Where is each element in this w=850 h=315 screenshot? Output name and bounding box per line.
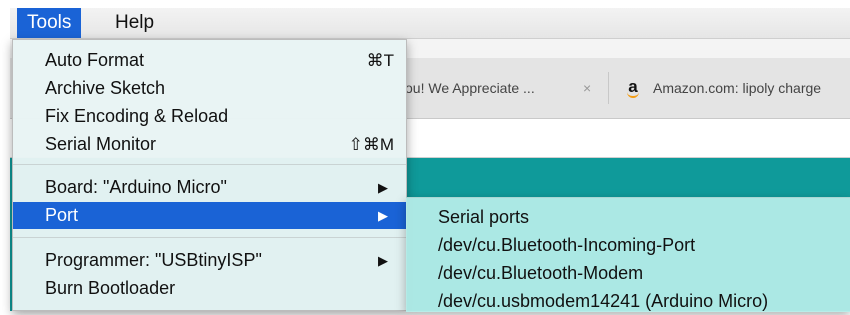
port-option-bluetooth-modem[interactable]: /dev/cu.Bluetooth-Modem: [438, 259, 643, 287]
submenu-arrow-icon: ▶: [378, 208, 388, 223]
menu-help[interactable]: Help: [105, 8, 164, 38]
shortcut-label: ⌘T: [366, 51, 394, 70]
tools-dropdown-menu: Auto Format ⌘T Archive Sketch Fix Encodi…: [12, 39, 407, 311]
menu-item-port[interactable]: Port ▶: [13, 202, 406, 229]
tab-title: ou! We Appreciate ...: [405, 80, 535, 96]
submenu-arrow-icon: ▶: [378, 180, 388, 195]
port-option-bluetooth-incoming[interactable]: /dev/cu.Bluetooth-Incoming-Port: [438, 231, 695, 259]
menu-item-archive-sketch[interactable]: Archive Sketch: [13, 75, 406, 102]
menu-item-label: Serial Monitor: [45, 134, 157, 154]
menu-item-programmer[interactable]: Programmer: "USBtinyISP" ▶: [13, 247, 406, 274]
menu-item-label: Auto Format: [45, 50, 145, 70]
menu-item-fix-encoding[interactable]: Fix Encoding & Reload: [13, 103, 406, 130]
amazon-icon: a: [624, 78, 642, 98]
tab-close-icon[interactable]: ×: [583, 66, 591, 110]
menu-item-burn-bootloader[interactable]: Burn Bootloader: [13, 275, 406, 302]
port-submenu: Serial ports /dev/cu.Bluetooth-Incoming-…: [406, 197, 850, 312]
menu-item-label: Burn Bootloader: [45, 278, 176, 298]
menu-item-serial-monitor[interactable]: Serial Monitor ⇧⌘M: [13, 131, 406, 158]
menu-separator: [13, 237, 406, 238]
submenu-arrow-icon: ▶: [378, 253, 388, 268]
menu-item-auto-format[interactable]: Auto Format ⌘T: [13, 47, 406, 74]
submenu-heading: Serial ports: [438, 207, 530, 227]
tab-title: Amazon.com: lipoly charge: [653, 80, 822, 96]
browser-tab-amazon[interactable]: Amazon.com: lipoly charge: [653, 66, 850, 110]
shortcut-label: ⇧⌘M: [348, 135, 394, 154]
menu-tools[interactable]: Tools: [17, 8, 82, 38]
browser-tab-appreciate[interactable]: ou! We Appreciate ...: [405, 66, 555, 110]
app-menubar: Tools Help: [10, 8, 850, 39]
menu-separator: [13, 164, 406, 165]
menu-item-label: Programmer: "USBtinyISP": [45, 250, 262, 270]
menu-tools-label: Tools: [27, 12, 72, 33]
menu-item-label: Archive Sketch: [45, 78, 166, 98]
screenshot-frame: ou! We Appreciate ... × a Amazon.com: li…: [0, 0, 850, 312]
menu-item-board[interactable]: Board: "Arduino Micro" ▶: [13, 174, 406, 201]
tab-divider: [608, 72, 609, 104]
menu-item-label: Port: [45, 205, 79, 225]
menu-help-label: Help: [115, 12, 155, 33]
menu-item-label: Board: "Arduino Micro": [45, 177, 227, 197]
menu-item-label: Fix Encoding & Reload: [45, 106, 229, 126]
